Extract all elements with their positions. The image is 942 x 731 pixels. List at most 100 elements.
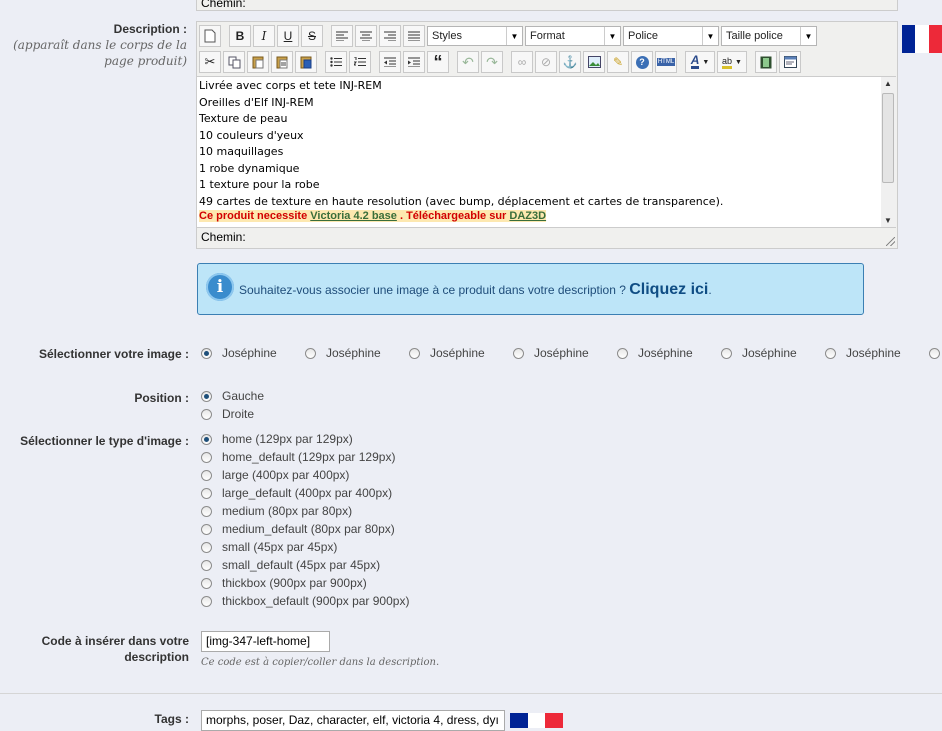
- chevron-down-icon: ▼: [506, 27, 522, 45]
- product-requirement-notice: Ce produit necessite Victoria 4.2 base .…: [199, 210, 547, 222]
- align-center-button[interactable]: [355, 25, 377, 47]
- new-document-button[interactable]: [199, 25, 221, 47]
- image-type-option-label: thickbox_default (900px par 900px): [222, 594, 410, 608]
- image-type-radio[interactable]: [201, 470, 212, 481]
- code-input[interactable]: [img-347-left-home]: [201, 631, 330, 652]
- image-type-radio[interactable]: [201, 560, 212, 571]
- underline-button[interactable]: U: [277, 25, 299, 47]
- position-left-label: Gauche: [222, 389, 265, 403]
- image-type-label: Sélectionner le type d'image :: [20, 434, 189, 448]
- image-type-radio[interactable]: [201, 596, 212, 607]
- help-button[interactable]: ?: [631, 51, 653, 73]
- image-type-option-label: large_default (400px par 400px): [222, 486, 393, 500]
- scroll-thumb[interactable]: [882, 93, 894, 183]
- image-option-radio[interactable]: [825, 348, 836, 359]
- background-color-button[interactable]: ab ▼: [717, 51, 747, 73]
- image-option-label: Joséphine: [430, 346, 485, 360]
- scissors-icon: ✂: [204, 54, 216, 69]
- cleanup-button[interactable]: ✎: [607, 51, 629, 73]
- format-select[interactable]: Format ▼: [525, 26, 621, 46]
- info-icon: i: [206, 273, 234, 301]
- select-image-label: Sélectionner votre image :: [38, 347, 189, 361]
- image-option-radio[interactable]: [617, 348, 628, 359]
- content-line: Texture de peau: [199, 112, 288, 125]
- outdent-button[interactable]: [379, 51, 401, 73]
- image-type-radio[interactable]: [201, 542, 212, 553]
- bullet-list-button[interactable]: [325, 51, 347, 73]
- unlink-button[interactable]: ⊘: [535, 51, 557, 73]
- image-type-radio[interactable]: [201, 488, 212, 499]
- styles-select[interactable]: Styles ▼: [427, 26, 523, 46]
- resize-handle-icon[interactable]: [886, 237, 895, 246]
- paste-button[interactable]: [247, 51, 269, 73]
- italic-button[interactable]: I: [253, 25, 275, 47]
- tags-language-flag-fr-icon[interactable]: [510, 713, 563, 728]
- image-type-radio[interactable]: [201, 452, 212, 463]
- numbered-list-button[interactable]: [349, 51, 371, 73]
- position-right-label: Droite: [222, 407, 255, 421]
- content-line: 1 texture pour la robe: [199, 178, 320, 191]
- image-type-option-label: home (129px par 129px): [222, 432, 353, 446]
- anchor-button[interactable]: ⚓: [559, 51, 581, 73]
- paste-text-button[interactable]: [271, 51, 293, 73]
- image-type-radio[interactable]: [201, 524, 212, 535]
- daz3d-link[interactable]: DAZ3D: [509, 210, 546, 222]
- click-here-link[interactable]: Cliquez ici: [629, 281, 708, 298]
- image-option-radio[interactable]: [929, 348, 940, 359]
- link-button[interactable]: ∞: [511, 51, 533, 73]
- insert-image-button[interactable]: [583, 51, 605, 73]
- redo-icon: ↷: [486, 53, 498, 70]
- editor-path-label: Chemin:: [201, 230, 246, 244]
- info-box: i Souhaitez-vous associer une image à ce…: [197, 263, 864, 315]
- image-type-radio[interactable]: [201, 506, 212, 517]
- image-type-radio[interactable]: [201, 434, 212, 445]
- image-icon: [587, 56, 601, 68]
- content-line: 10 couleurs d'yeux: [199, 128, 304, 142]
- code-label-line1: Code à insérer dans votre: [41, 634, 189, 648]
- help-icon: ?: [635, 55, 649, 69]
- film-icon: [760, 56, 772, 68]
- position-label: Position :: [134, 391, 189, 405]
- undo-button[interactable]: ↶: [457, 51, 479, 73]
- align-right-button[interactable]: [379, 25, 401, 47]
- content-line: Livrée avec corps et tete INJ-REM: [199, 79, 382, 92]
- font-size-select[interactable]: Taille police ▼: [721, 26, 817, 46]
- cut-button[interactable]: ✂: [199, 51, 221, 73]
- code-label-line2: description: [124, 650, 189, 664]
- font-select[interactable]: Police ▼: [623, 26, 719, 46]
- styles-select-label: Styles: [432, 30, 462, 42]
- copy-button[interactable]: [223, 51, 245, 73]
- editor-content[interactable]: Livrée avec corps et tete INJ-REM Oreill…: [197, 76, 881, 228]
- brush-icon: ✎: [612, 55, 624, 69]
- strikethrough-button[interactable]: S: [301, 25, 323, 47]
- text-color-button[interactable]: A ▼: [685, 51, 715, 73]
- image-option-radio[interactable]: [721, 348, 732, 359]
- justify-button[interactable]: [403, 25, 425, 47]
- blockquote-button[interactable]: “: [427, 51, 449, 73]
- scroll-down-icon[interactable]: ▼: [884, 216, 892, 225]
- image-option-radio[interactable]: [513, 348, 524, 359]
- image-type-option-label: small_default (45px par 45px): [222, 558, 381, 572]
- image-option-radio[interactable]: [409, 348, 420, 359]
- position-left-radio[interactable]: [201, 391, 212, 402]
- notice-middle: . Téléchargeable sur: [399, 210, 510, 222]
- editor-scrollbar[interactable]: ▲ ▼: [881, 76, 896, 228]
- template-button[interactable]: [779, 51, 801, 73]
- redo-button[interactable]: ↷: [481, 51, 503, 73]
- window-icon: [783, 56, 797, 68]
- language-flag-fr-icon[interactable]: [902, 25, 942, 53]
- bold-button[interactable]: B: [229, 25, 251, 47]
- image-option-radio[interactable]: [305, 348, 316, 359]
- align-left-button[interactable]: [331, 25, 353, 47]
- scroll-up-icon[interactable]: ▲: [884, 79, 892, 88]
- image-type-radio[interactable]: [201, 578, 212, 589]
- paste-word-button[interactable]: [295, 51, 317, 73]
- insert-media-button[interactable]: [755, 51, 777, 73]
- image-option-label: Joséphine: [846, 346, 901, 360]
- html-source-button[interactable]: HTML: [655, 51, 677, 73]
- victoria-link[interactable]: Victoria 4.2 base: [310, 210, 397, 222]
- image-option-label: Joséphine: [534, 346, 589, 360]
- indent-button[interactable]: [403, 51, 425, 73]
- image-option-radio[interactable]: [201, 348, 212, 359]
- position-right-radio[interactable]: [201, 409, 212, 420]
